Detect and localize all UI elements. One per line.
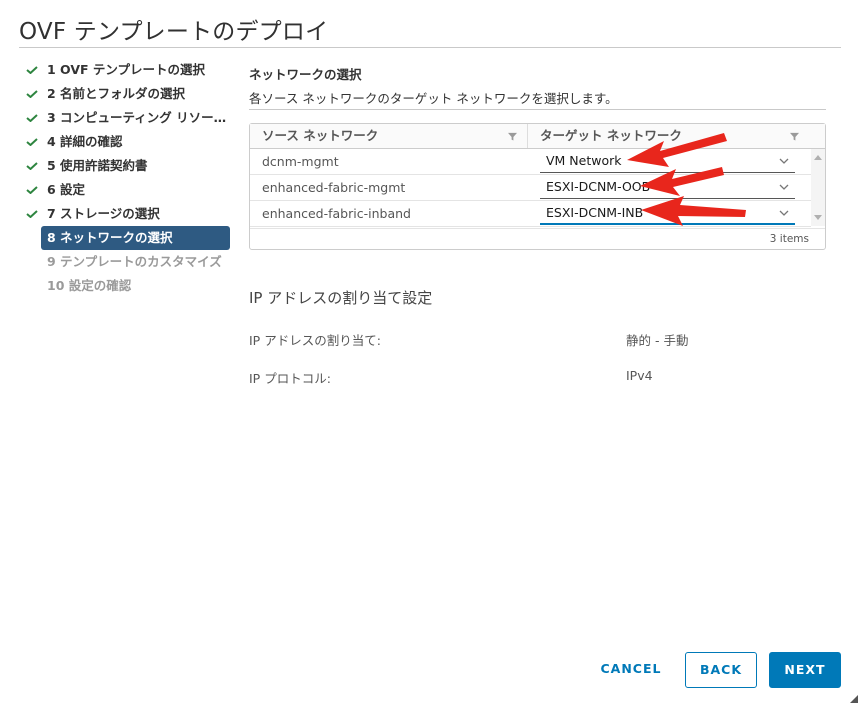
resize-grip-icon[interactable] [850,695,858,703]
item-count: 3 items [769,233,809,245]
step-10: 10 設定の確認 [24,274,232,298]
chevron-down-icon [779,210,789,216]
ip-allocation-label: IP アドレスの割り当て: [249,333,381,348]
check-icon [26,162,38,170]
step-label: 2 名前とフォルダの選択 [47,86,186,101]
step-label: 9 テンプレートのカスタマイズ [47,254,222,269]
step-label: 4 詳細の確認 [47,134,123,149]
grid-header: ソース ネットワーク ターゲット ネットワーク [250,124,825,149]
table-row: dcnm-mgmt VM Network [250,149,811,175]
step-label: 6 設定 [47,182,86,197]
ip-protocol-value: IPv4 [626,368,653,383]
network-section: ネットワークの選択 各ソース ネットワークのターゲット ネットワークを選択します… [249,64,827,110]
step-1[interactable]: 1 OVF テンプレートの選択 [24,58,232,82]
step-label: 8 ネットワークの選択 [47,230,173,245]
network-mapping-grid: ソース ネットワーク ターゲット ネットワーク dcnm-mgmt VM Net… [249,123,826,250]
chevron-down-icon [779,184,789,190]
table-row: enhanced-fabric-mgmt ESXI-DCNM-OOB [250,175,811,201]
ip-allocation-title: IP アドレスの割り当て設定 [249,289,433,307]
filter-icon[interactable] [790,132,799,141]
grid-footer: 3 items [250,228,825,250]
step-label: 7 ストレージの選択 [47,206,160,221]
target-network-select[interactable]: VM Network [540,150,795,173]
check-icon [26,210,38,218]
title-divider [19,47,841,48]
column-header-label: ソース ネットワーク [262,128,379,143]
column-header-target[interactable]: ターゲット ネットワーク [528,124,825,148]
next-button[interactable]: NEXT [769,652,841,688]
step-9: 9 テンプレートのカスタマイズ [24,250,232,274]
source-network: enhanced-fabric-mgmt [262,180,406,195]
back-button[interactable]: BACK [685,652,757,688]
check-icon [26,66,38,74]
step-7[interactable]: 7 ストレージの選択 [24,202,232,226]
ip-protocol-label: IP プロトコル: [249,371,331,386]
target-network-select[interactable]: ESXI-DCNM-INB [540,202,795,225]
step-label: 5 使用許諾契約書 [47,158,148,173]
table-row: enhanced-fabric-inband ESXI-DCNM-INB [250,201,811,227]
target-network-value: ESXI-DCNM-INB [546,205,644,220]
target-network-select[interactable]: ESXI-DCNM-OOB [540,176,795,199]
step-label: 1 OVF テンプレートの選択 [47,62,206,77]
source-network: dcnm-mgmt [262,154,339,169]
step-label: 10 設定の確認 [47,278,132,293]
target-network-value: ESXI-DCNM-OOB [546,179,651,194]
step-8-active[interactable]: 8 ネットワークの選択 [41,226,230,250]
check-icon [26,138,38,146]
section-description: 各ソース ネットワークのターゲット ネットワークを選択します。 [249,91,618,106]
step-5[interactable]: 5 使用許諾契約書 [24,154,232,178]
chevron-down-icon [779,158,789,164]
section-title: ネットワークの選択 [249,67,362,82]
step-2[interactable]: 2 名前とフォルダの選択 [24,82,232,106]
check-icon [26,90,38,98]
column-header-label: ターゲット ネットワーク [540,128,682,143]
step-4[interactable]: 4 詳細の確認 [24,130,232,154]
dialog-title: OVF テンプレートのデプロイ [19,19,329,45]
cancel-button[interactable]: CANCEL [594,652,668,688]
source-network: enhanced-fabric-inband [262,206,411,221]
filter-icon[interactable] [508,132,517,141]
scroll-down-icon[interactable] [814,215,822,220]
column-header-source[interactable]: ソース ネットワーク [250,124,528,148]
check-icon [26,114,38,122]
step-label: 3 コンピューティング リソー… [47,110,227,125]
check-icon [26,186,38,194]
grid-scrollbar[interactable] [811,149,825,226]
target-network-value: VM Network [546,153,622,168]
grid-rows: dcnm-mgmt VM Network enhanced-fabric-mgm… [250,149,811,227]
step-6[interactable]: 6 設定 [24,178,232,202]
step-3[interactable]: 3 コンピューティング リソー… [24,106,232,130]
ip-allocation-value: 静的 - 手動 [626,333,689,348]
section-divider [249,109,826,110]
scroll-up-icon[interactable] [814,155,822,160]
wizard-steps: 1 OVF テンプレートの選択 2 名前とフォルダの選択 3 コンピューティング… [24,58,232,298]
